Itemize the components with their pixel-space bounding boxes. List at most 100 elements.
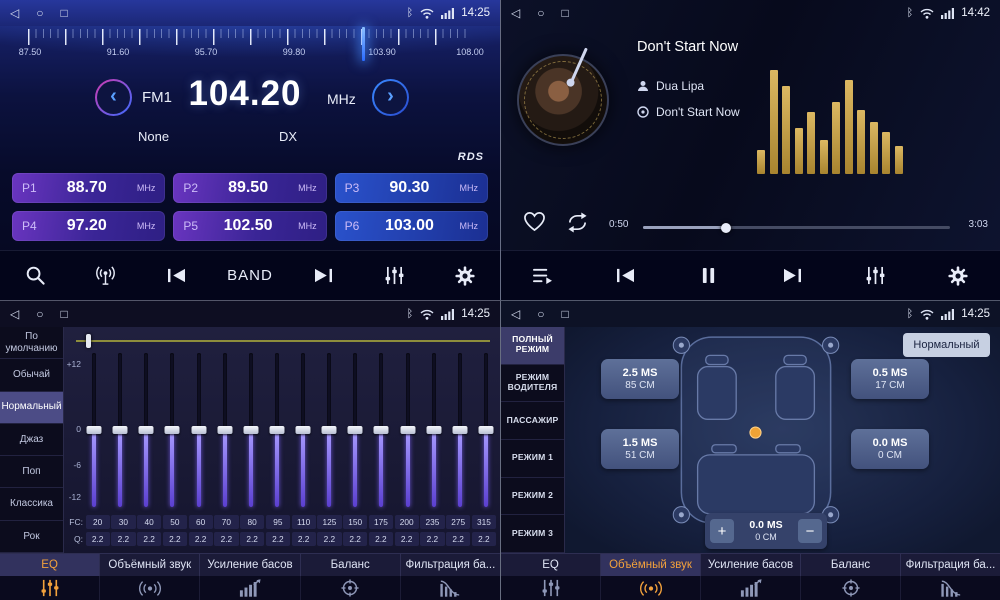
tab-balance[interactable]: Баланс	[800, 554, 900, 576]
filter-icon[interactable]	[900, 576, 1000, 600]
band-value-cell[interactable]: 275	[446, 515, 470, 529]
filter-icon[interactable]	[400, 576, 500, 600]
tab-surround[interactable]: Объёмный звук	[99, 554, 199, 576]
eq-preset-item[interactable]: Джаз	[0, 424, 63, 456]
nav-back-icon[interactable]: ◁	[10, 308, 19, 320]
preset-button-p5[interactable]: P5102.50MHz	[173, 211, 326, 241]
band-value-cell[interactable]: 2.2	[395, 532, 419, 546]
band-value-cell[interactable]: 315	[472, 515, 496, 529]
next-button[interactable]	[772, 258, 812, 294]
broadcast-button[interactable]	[86, 258, 126, 294]
nav-home-icon[interactable]: ○	[36, 308, 43, 320]
delay-rear-right-button[interactable]: 0.0 MS 0 CM	[851, 429, 929, 469]
progress-bar[interactable]	[643, 226, 950, 229]
eq-band-slider[interactable]	[294, 353, 312, 507]
album-art[interactable]	[517, 54, 609, 146]
eq-preset-item[interactable]: Рок	[0, 521, 63, 553]
band-button[interactable]: BAND	[227, 258, 273, 294]
repeat-button[interactable]	[565, 212, 590, 238]
band-value-cell[interactable]: 2.2	[369, 532, 393, 546]
eq-band-slider[interactable]	[372, 353, 390, 507]
surround-mode-item[interactable]: ПАССАЖИР	[501, 402, 564, 440]
nav-back-icon[interactable]: ◁	[10, 7, 19, 19]
nav-home-icon[interactable]: ○	[537, 308, 544, 320]
balance-icon[interactable]	[300, 576, 400, 600]
delay-minus-button[interactable]: −	[798, 519, 822, 543]
band-value-cell[interactable]: 2.2	[111, 532, 135, 546]
nav-home-icon[interactable]: ○	[537, 7, 544, 19]
band-value-cell[interactable]: 95	[266, 515, 290, 529]
band-value-cell[interactable]: 20	[86, 515, 110, 529]
surround-icon[interactable]	[600, 576, 700, 600]
band-value-cell[interactable]: 235	[420, 515, 444, 529]
eq-band-slider[interactable]	[137, 353, 155, 507]
band-value-cell[interactable]: 50	[163, 515, 187, 529]
preset-button-p1[interactable]: P188.70MHz	[12, 173, 165, 203]
pause-button[interactable]	[689, 258, 729, 294]
surround-preset-button[interactable]: Нормальный	[903, 333, 990, 357]
settings-button[interactable]	[938, 258, 978, 294]
band-value-cell[interactable]: 2.2	[292, 532, 316, 546]
eq-band-slider[interactable]	[268, 353, 286, 507]
eq-band-slider[interactable]	[451, 353, 469, 507]
nav-home-icon[interactable]: ○	[36, 7, 43, 19]
tab-surround[interactable]: Объёмный звук	[600, 554, 700, 576]
eq-band-slider[interactable]	[425, 353, 443, 507]
eq-band-slider[interactable]	[163, 353, 181, 507]
band-value-cell[interactable]: 175	[369, 515, 393, 529]
master-slider-knob[interactable]	[86, 334, 91, 348]
delay-rear-left-button[interactable]: 1.5 MS 51 CM	[601, 429, 679, 469]
next-button[interactable]	[303, 258, 343, 294]
surround-mode-item[interactable]: РЕЖИМ ВОДИТЕЛЯ	[501, 365, 564, 403]
delay-plus-button[interactable]: +	[710, 519, 734, 543]
nav-recents-icon[interactable]: □	[561, 7, 568, 19]
eq-band-slider[interactable]	[216, 353, 234, 507]
eq-preset-item[interactable]: Нормальный	[0, 392, 63, 424]
equalizer-icon[interactable]	[0, 576, 99, 600]
eq-band-slider[interactable]	[477, 353, 495, 507]
mixer-button[interactable]	[374, 258, 414, 294]
band-value-cell[interactable]: 200	[395, 515, 419, 529]
band-value-cell[interactable]: 70	[214, 515, 238, 529]
band-value-cell[interactable]: 2.2	[137, 532, 161, 546]
surround-icon[interactable]	[99, 576, 199, 600]
tab-filter[interactable]: Фильтрация ба...	[400, 554, 500, 576]
prev-button[interactable]	[606, 258, 646, 294]
surround-mode-item[interactable]: ПОЛНЫЙ РЕЖИМ	[501, 327, 564, 365]
eq-preset-item[interactable]: Обычай	[0, 359, 63, 391]
prev-button[interactable]	[157, 258, 197, 294]
delay-front-left-button[interactable]: 2.5 MS 85 CM	[601, 359, 679, 399]
tune-up-button[interactable]	[372, 79, 409, 116]
surround-mode-item[interactable]: РЕЖИМ 2	[501, 478, 564, 516]
eq-band-slider[interactable]	[242, 353, 260, 507]
band-value-cell[interactable]: 110	[292, 515, 316, 529]
playlist-button[interactable]	[523, 258, 563, 294]
eq-band-slider[interactable]	[111, 353, 129, 507]
eq-band-slider[interactable]	[399, 353, 417, 507]
band-value-cell[interactable]: 2.2	[420, 532, 444, 546]
favorite-button[interactable]	[523, 211, 546, 237]
equalizer-icon[interactable]	[501, 576, 600, 600]
eq-preset-item[interactable]: По умолчанию	[0, 327, 63, 359]
preset-button-p3[interactable]: P390.30MHz	[335, 173, 488, 203]
band-value-cell[interactable]: 125	[317, 515, 341, 529]
preset-button-p4[interactable]: P497.20MHz	[12, 211, 165, 241]
tab-bass-boost[interactable]: Усиление басов	[199, 554, 299, 576]
settings-button[interactable]	[445, 258, 485, 294]
tab-bass-boost[interactable]: Усиление басов	[700, 554, 800, 576]
surround-mode-item[interactable]: РЕЖИМ 3	[501, 515, 564, 553]
band-value-cell[interactable]: 60	[189, 515, 213, 529]
eq-preset-item[interactable]: Классика	[0, 488, 63, 520]
nav-back-icon[interactable]: ◁	[511, 7, 520, 19]
master-slider[interactable]	[76, 340, 490, 342]
eq-band-slider[interactable]	[346, 353, 364, 507]
progress-knob[interactable]	[721, 223, 731, 233]
preset-button-p2[interactable]: P289.50MHz	[173, 173, 326, 203]
nav-recents-icon[interactable]: □	[60, 7, 67, 19]
tune-down-button[interactable]	[95, 79, 132, 116]
search-button[interactable]	[15, 258, 55, 294]
tab-filter[interactable]: Фильтрация ба...	[900, 554, 1000, 576]
bass-boost-icon[interactable]	[199, 576, 299, 600]
frequency-scale[interactable]: 87.5091.6095.7099.80103.90108.00	[0, 26, 500, 64]
surround-mode-item[interactable]: РЕЖИМ 1	[501, 440, 564, 478]
